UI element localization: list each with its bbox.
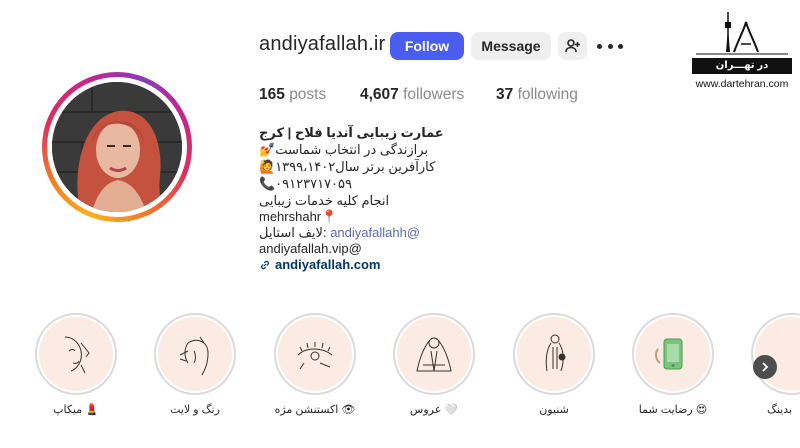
bio-line: andiyafallah.vip@ xyxy=(259,241,362,256)
website-link[interactable]: andiyafallah.com xyxy=(275,256,380,273)
following-stat[interactable]: 37 following xyxy=(496,86,578,104)
highlight-label: رنگ و لایت xyxy=(170,404,220,416)
bride-veil-icon xyxy=(416,337,452,372)
highlight-label: بدینگ xyxy=(767,404,793,416)
profile-username: andiyafallah.ir xyxy=(259,33,386,55)
highlight-label: میکاپ 💄 xyxy=(53,404,99,416)
highlight-label: عروس 🤍 xyxy=(409,404,459,416)
posts-stat: 165 posts xyxy=(259,86,327,103)
watermark-url: www.dartehran.com xyxy=(695,78,789,90)
highlight-item[interactable] xyxy=(632,313,714,395)
suggest-user-button[interactable] xyxy=(558,32,587,60)
add-user-icon xyxy=(564,39,580,53)
highlight-item[interactable] xyxy=(274,313,356,395)
bio-website[interactable]: andiyafallah.com xyxy=(259,256,380,273)
highlight-label: شنیون xyxy=(539,404,569,416)
bio-line: 🙋کارآفرین برتر سال۱۳۹۹،۱۴۰۲ xyxy=(259,159,436,174)
partial-highlight-icon xyxy=(755,317,800,391)
eyelash-extension-icon xyxy=(297,342,333,370)
highlights-next-button[interactable] xyxy=(753,355,777,379)
highlight-item[interactable] xyxy=(513,313,595,395)
milad-tower-icon xyxy=(696,12,788,55)
profile-avatar[interactable] xyxy=(42,72,192,222)
highlight-item[interactable] xyxy=(35,313,117,395)
highlight-label: اکستنشن مژه 👁 xyxy=(274,404,356,416)
follow-button[interactable]: Follow xyxy=(390,32,464,60)
more-dot-icon xyxy=(618,43,623,49)
bio-lifestyle-line: لایف استایل: andiyafallahh@ xyxy=(259,224,420,241)
bio-line: mehrshahr📍 xyxy=(259,209,338,224)
message-button[interactable]: Message xyxy=(471,32,551,60)
followers-stat[interactable]: 4,607 followers xyxy=(360,86,464,104)
bio-line: 💅برازندگی در انتخاب شماست xyxy=(259,142,429,157)
more-options-button[interactable] xyxy=(597,34,623,58)
bio-line: 📞۰۹۱۲۳۷۱۷۰۵۹ xyxy=(259,176,352,191)
bio-mention-link[interactable]: andiyafallahh@ xyxy=(330,225,420,240)
more-dot-icon xyxy=(597,43,602,49)
chevron-right-icon xyxy=(762,362,769,372)
bio-display-name: عمارت زیبایی آندیا فلاح | کرج xyxy=(259,125,444,140)
phone-review-icon xyxy=(654,338,683,370)
hair-color-icon xyxy=(179,336,209,376)
makeup-face-icon xyxy=(64,336,90,374)
watermark-band: در تهـــران xyxy=(692,58,792,74)
link-icon xyxy=(261,260,269,269)
highlight-item[interactable] xyxy=(393,313,475,395)
avatar-photo xyxy=(52,82,182,212)
highlight-label: رضایت شما 😍 xyxy=(638,404,708,416)
bio-lifestyle-label: لایف استایل: xyxy=(259,225,331,240)
hairstyle-icon xyxy=(545,334,566,372)
highlight-item[interactable] xyxy=(154,313,236,395)
bio-line: انجام کلیه خدمات زیبایی xyxy=(259,193,390,208)
highlight-item[interactable] xyxy=(751,313,800,395)
more-dot-icon xyxy=(607,43,613,49)
